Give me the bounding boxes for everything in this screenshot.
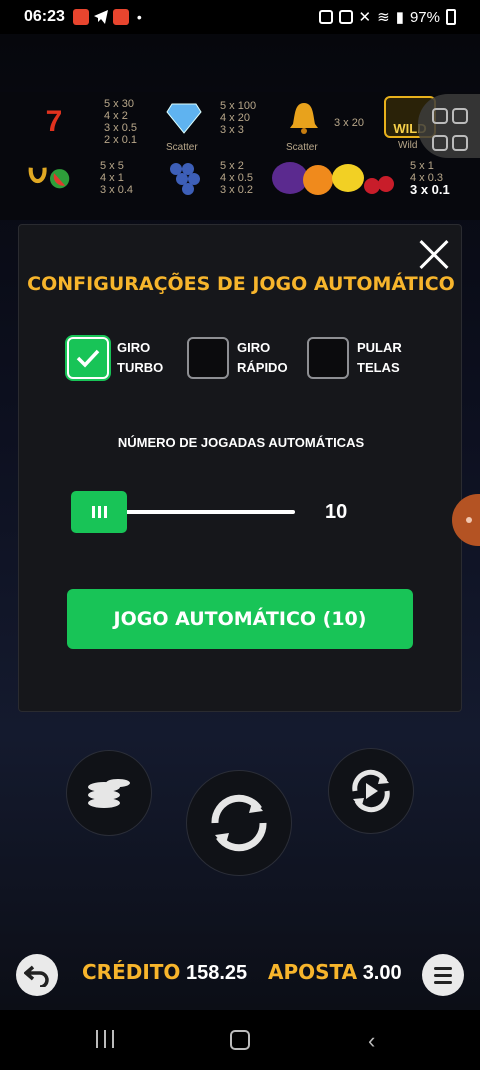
spins-value: 10 (325, 501, 348, 523)
paytable-value: 3 x 20 (334, 117, 364, 129)
option-label: GIRO (237, 340, 271, 355)
grid-icon (432, 108, 448, 124)
paytable-value: 4 x 2 (104, 110, 128, 122)
option-label: PULAR (357, 340, 402, 355)
check-icon (76, 349, 100, 368)
grapes-icon (162, 158, 206, 198)
coins-icon (88, 779, 130, 808)
autoplay-icon (352, 769, 390, 813)
mute-icon: ✕ (358, 9, 372, 26)
diamond-icon (162, 98, 206, 138)
skip-screens-checkbox[interactable] (307, 337, 349, 379)
option-label: RÁPIDO (237, 360, 288, 375)
battery-percent: 97% (409, 8, 440, 26)
paytable-value: 4 x 20 (220, 112, 250, 124)
alarm-icon (318, 10, 333, 24)
paytable: 7 5 x 30 4 x 2 3 x 0.5 2 x 0.1 5 x 100 4… (0, 92, 480, 220)
app-notification-icon (112, 9, 129, 25)
recent-apps-button[interactable] (96, 1030, 114, 1048)
back-icon (24, 965, 49, 987)
menu-icon (434, 966, 452, 970)
autoplay-button[interactable] (328, 748, 414, 834)
bet-coins-button[interactable] (66, 750, 152, 836)
option-quick-spin[interactable]: GIRO RÁPIDO (187, 337, 288, 379)
paytable-value: 3 x 0.5 (104, 122, 138, 134)
menu-button[interactable] (422, 954, 464, 996)
option-label: TURBO (117, 360, 164, 375)
bet-value: 3.00 (362, 962, 402, 984)
paytable-value: 3 x 0.4 (100, 184, 134, 196)
dialog-title: CONFIGURAÇÕES DE JOGO AUTOMÁTICO (27, 273, 455, 295)
option-skip-screens[interactable]: PULAR TELAS (307, 337, 402, 379)
paytable-caption: Scatter (166, 142, 198, 153)
bet-label: APOSTA (268, 960, 358, 984)
paytable-value: 5 x 30 (104, 98, 134, 110)
paytable-seven: 7 5 x 30 4 x 2 3 x 0.5 2 x 0.1 (32, 98, 137, 146)
home-button[interactable] (230, 1030, 250, 1050)
more-notifications-icon: • (136, 9, 142, 25)
paytable-value: 3 x 3 (220, 124, 244, 136)
paytable-value: 5 x 100 (220, 100, 257, 112)
seven-icon: 7 (45, 105, 63, 138)
close-icon[interactable] (417, 237, 451, 271)
paytable-value: 5 x 2 (220, 160, 244, 172)
paytable-value: 5 x 5 (100, 160, 124, 172)
spins-slider[interactable] (71, 491, 295, 533)
slider-track[interactable] (121, 510, 295, 514)
paytable-value: 4 x 0.5 (220, 172, 254, 184)
turbo-spin-checkbox[interactable] (67, 337, 109, 379)
system-nav-bar: ‹ (0, 1010, 480, 1070)
paytable-bell: 3 x 20 Scatter (282, 98, 364, 153)
credit-display: CRÉDITO 158.25 (82, 960, 247, 985)
multi-window-button[interactable] (418, 94, 480, 158)
option-turbo-spin[interactable]: GIRO TURBO (67, 337, 163, 379)
grid-icon (452, 108, 468, 124)
option-label: GIRO (117, 340, 151, 355)
spin-icon (211, 794, 267, 852)
grid-icon (432, 135, 448, 151)
paytable-caption: Scatter (286, 142, 318, 153)
paytable-horseshoe: 5 x 5 4 x 1 3 x 0.4 (28, 158, 133, 198)
nav-back-button[interactable]: ‹ (368, 1028, 375, 1054)
credit-label: CRÉDITO (82, 960, 181, 984)
paytable-value: 5 x 1 (410, 160, 434, 172)
paytable-caption: Wild (398, 140, 418, 151)
back-button[interactable] (16, 954, 58, 996)
paytable-value: 3 x 0.1 (410, 182, 450, 197)
status-time: 06:23 (24, 8, 65, 25)
paytable-diamond: 5 x 100 4 x 20 3 x 3 Scatter (162, 98, 257, 153)
paytable-grapes: 5 x 2 4 x 0.5 3 x 0.2 (162, 158, 253, 198)
spins-count-label: NÚMERO DE JOGADAS AUTOMÁTICAS (117, 435, 365, 450)
status-bar: 06:23 • ✕ ≋ ▮ 97% (0, 0, 480, 34)
signal-icon: ▮ (395, 9, 404, 26)
start-autoplay-button[interactable]: JOGO AUTOMÁTICO (10) (67, 589, 413, 649)
nfc-icon (338, 10, 353, 24)
app-notification-icon (72, 9, 89, 25)
fruits-icon (270, 156, 398, 200)
bell-icon (282, 98, 326, 138)
bottom-bar: CRÉDITO 158.25 APOSTA 3.00 (0, 946, 480, 1004)
telegram-icon (93, 10, 108, 24)
option-label: TELAS (357, 360, 400, 375)
paytable-value: 4 x 1 (100, 172, 124, 184)
wifi-icon: ≋ (377, 9, 390, 26)
quick-spin-checkbox[interactable] (187, 337, 229, 379)
paytable-value: 2 x 0.1 (104, 134, 138, 146)
autoplay-dialog: CONFIGURAÇÕES DE JOGO AUTOMÁTICO GIRO TU… (18, 224, 462, 712)
battery-icon (446, 9, 456, 25)
spin-button[interactable] (186, 770, 292, 876)
grid-icon (452, 135, 468, 151)
bet-display: APOSTA 3.00 (268, 960, 402, 985)
slider-thumb[interactable] (71, 491, 127, 533)
paytable-fruits: 5 x 1 4 x 0.3 3 x 0.1 (270, 156, 450, 200)
horseshoe-watermelon-icon (28, 158, 72, 198)
credit-value: 158.25 (186, 962, 248, 984)
paytable-value: 3 x 0.2 (220, 184, 254, 196)
